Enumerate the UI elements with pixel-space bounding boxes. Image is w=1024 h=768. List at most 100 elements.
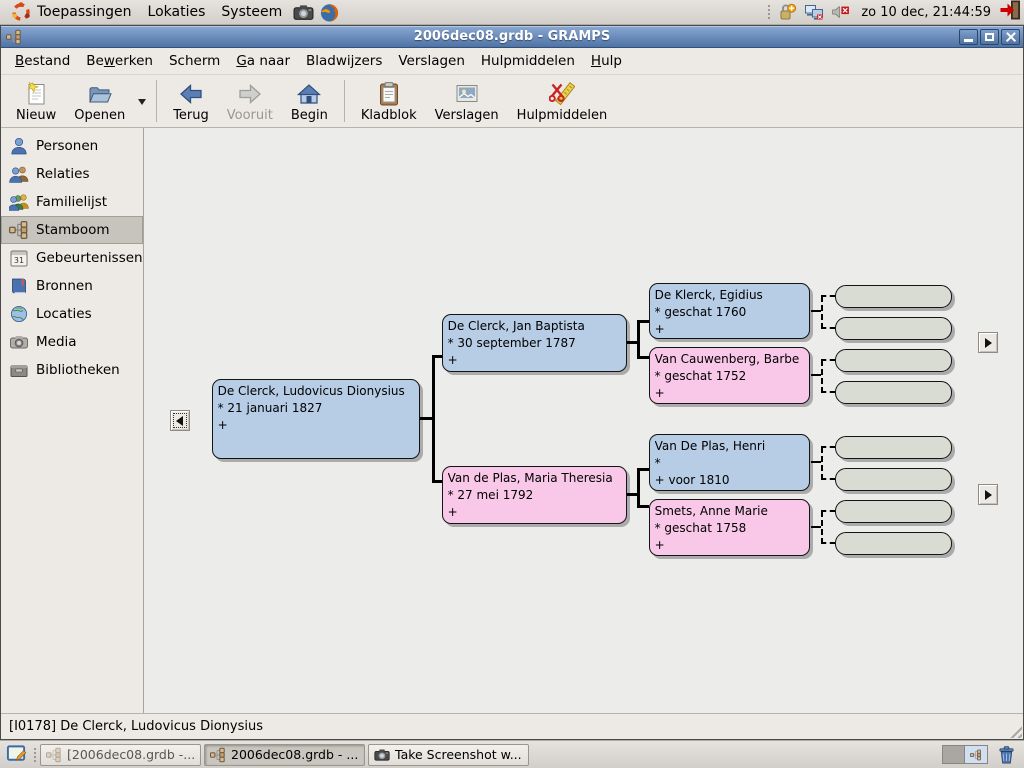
- resize-grip[interactable]: [1007, 723, 1022, 738]
- toolbar-button-label: Verslagen: [435, 108, 499, 123]
- toolbar-button-label: Kladblok: [361, 108, 417, 123]
- sidebar-item-locaties[interactable]: Locaties: [1, 300, 143, 328]
- new-document-icon: [23, 81, 49, 107]
- sidebar-item-media[interactable]: Media: [1, 328, 143, 356]
- empty-ancestor-box: [835, 349, 952, 372]
- sidebar-item-gebeurtenissen[interactable]: 31Gebeurtenissen: [1, 244, 143, 272]
- toolbar-button-label: Nieuw: [16, 108, 56, 123]
- unknown-ancestor-connector: [821, 359, 835, 361]
- minimize-button[interactable]: [959, 29, 978, 45]
- person-grandfather-paternal[interactable]: De Klerck, Egidius* geschat 1760+: [649, 283, 810, 339]
- tools-icon: [549, 81, 575, 107]
- sidebar-item-familielijst[interactable]: Familielijst: [1, 188, 143, 216]
- sidebar-item-label: Stamboom: [36, 222, 110, 238]
- ubuntu-logo-icon: [11, 2, 31, 22]
- close-button[interactable]: [1001, 29, 1020, 45]
- toolbar-verslagen-button[interactable]: Verslagen: [426, 78, 508, 125]
- unknown-ancestor-connector: [821, 478, 835, 480]
- person-name: Van Cauwenberg, Barbe: [655, 351, 804, 368]
- status-volume-muted-icon[interactable]: [831, 2, 853, 22]
- menu-hulp[interactable]: Hulp: [583, 49, 630, 73]
- menu-hulpmiddelen[interactable]: Hulpmiddelen: [473, 49, 583, 73]
- family-list-icon: [9, 192, 29, 212]
- person-icon: [9, 136, 29, 156]
- menubar: BestandBewerkenSchermGa naarBladwijzersV…: [1, 48, 1023, 75]
- toolbar-begin-button[interactable]: Begin: [282, 78, 337, 125]
- panel-menu-systeem[interactable]: Systeem: [213, 1, 290, 24]
- gramps-icon: [46, 747, 62, 763]
- sidebar-item-stamboom[interactable]: Stamboom: [1, 216, 143, 244]
- status-keyring-update-icon[interactable]: [777, 2, 799, 22]
- logout-button[interactable]: [999, 0, 1021, 25]
- maximize-button[interactable]: [980, 29, 999, 45]
- maximize-icon: [985, 33, 994, 41]
- empty-ancestor-box: [835, 468, 952, 491]
- sidebar-item-bibliotheken[interactable]: Bibliotheken: [1, 356, 143, 384]
- bottom-taskbar: [2006dec08.grdb -...2006dec08.grdb - ...…: [0, 740, 1024, 768]
- person-name: Van De Plas, Henri: [655, 438, 804, 455]
- person-grandmother-paternal[interactable]: Van Cauwenberg, Barbe* geschat 1752+: [649, 347, 810, 404]
- unknown-ancestor-connector: [821, 327, 835, 329]
- menu-bladwijzers[interactable]: Bladwijzers: [298, 49, 390, 73]
- panel-grip-handle[interactable]: [767, 4, 771, 20]
- menu-bewerken[interactable]: Bewerken: [78, 49, 161, 73]
- person-name: De Clerck, Ludovicus Dionysius: [218, 383, 414, 400]
- person-birth-line: * 30 september 1787: [448, 335, 621, 352]
- toolbar-separator: [156, 80, 157, 122]
- pedigree-scroll-right-bottom-button[interactable]: [978, 484, 998, 505]
- pedigree-canvas: De Clerck, Ludovicus Dionysius* 21 janua…: [144, 128, 1023, 713]
- pedigree-scroll-right-top-button[interactable]: [978, 332, 998, 353]
- forward-arrow-icon: [237, 81, 263, 107]
- menu-scherm[interactable]: Scherm: [161, 49, 228, 73]
- task-button-2006dec08-grdb[interactable]: 2006dec08.grdb - ...: [204, 744, 365, 766]
- unknown-ancestor-connector: [821, 295, 835, 297]
- window-titlebar[interactable]: 2006dec08.grdb - GRAMPS: [1, 26, 1023, 48]
- menu-verslagen[interactable]: Verslagen: [390, 49, 473, 73]
- launcher-firefox-icon[interactable]: [318, 1, 340, 23]
- person-birth-line: * geschat 1758: [655, 520, 804, 537]
- person-main[interactable]: De Clerck, Ludovicus Dionysius* 21 janua…: [212, 379, 420, 459]
- relationships-icon: [9, 164, 29, 184]
- toolbar-hulpmiddelen-button[interactable]: Hulpmiddelen: [508, 78, 617, 125]
- pedigree-scroll-left-button[interactable]: [170, 410, 190, 431]
- toolbar-nieuw-button[interactable]: Nieuw: [7, 78, 65, 125]
- family-connector-line: [637, 320, 640, 359]
- sidebar-item-label: Relaties: [36, 166, 90, 182]
- toolbar-openen-dropdown-button[interactable]: [134, 79, 149, 123]
- status-network-offline-icon[interactable]: [804, 2, 826, 22]
- toolbar-terug-button[interactable]: Terug: [164, 78, 218, 125]
- workspace-1[interactable]: [943, 746, 965, 763]
- empty-ancestor-box: [835, 285, 952, 308]
- panel-menu-label: Systeem: [221, 4, 282, 20]
- panel-menu-toepassingen[interactable]: Toepassingen: [3, 1, 140, 24]
- toolbar-button-label: Vooruit: [227, 108, 273, 123]
- toolbar-openen-button[interactable]: Openen: [65, 78, 134, 125]
- trash-applet[interactable]: [994, 744, 1018, 766]
- menu-bestand[interactable]: Bestand: [7, 49, 78, 73]
- task-button-2006dec08-grdb[interactable]: [2006dec08.grdb -...: [40, 744, 201, 766]
- family-connector-line: [432, 355, 435, 483]
- task-button-take-screenshot-w[interactable]: Take Screenshot w...: [368, 744, 529, 766]
- person-grandmother-maternal[interactable]: Smets, Anne Marie* geschat 1758+: [649, 499, 810, 556]
- sidebar-item-relaties[interactable]: Relaties: [1, 160, 143, 188]
- statusbar: [I0178] De Clerck, Ludovicus Dionysius: [1, 713, 1023, 739]
- trash-icon: [996, 744, 1017, 765]
- launcher-screenshot-camera-icon[interactable]: [292, 1, 314, 23]
- toolbar-kladblok-button[interactable]: Kladblok: [352, 78, 426, 125]
- sidebar-item-personen[interactable]: Personen: [1, 132, 143, 160]
- panel-menu-lokaties[interactable]: Lokaties: [140, 1, 214, 24]
- close-icon: [1006, 32, 1016, 42]
- person-grandfather-maternal[interactable]: Van De Plas, Henri*+ voor 1810: [649, 434, 810, 491]
- gramps-window: 2006dec08.grdb - GRAMPS BestandBewerkenS…: [0, 25, 1024, 740]
- person-mother[interactable]: Van de Plas, Maria Theresia* 27 mei 1792…: [442, 466, 627, 524]
- sidebar-item-bronnen[interactable]: Bronnen: [1, 272, 143, 300]
- menu-ga-naar[interactable]: Ga naar: [228, 49, 298, 73]
- show-desktop-button[interactable]: [3, 743, 30, 767]
- home-icon: [296, 81, 322, 107]
- person-father[interactable]: De Clerck, Jan Baptista* 30 september 17…: [442, 314, 627, 372]
- person-death-line: +: [448, 352, 621, 369]
- panel-clock[interactable]: zo 10 dec, 21:44:59: [859, 5, 993, 20]
- workspace-2[interactable]: [965, 746, 987, 763]
- person-birth-line: * 21 januari 1827: [218, 400, 414, 417]
- unknown-ancestor-connector: [821, 510, 835, 512]
